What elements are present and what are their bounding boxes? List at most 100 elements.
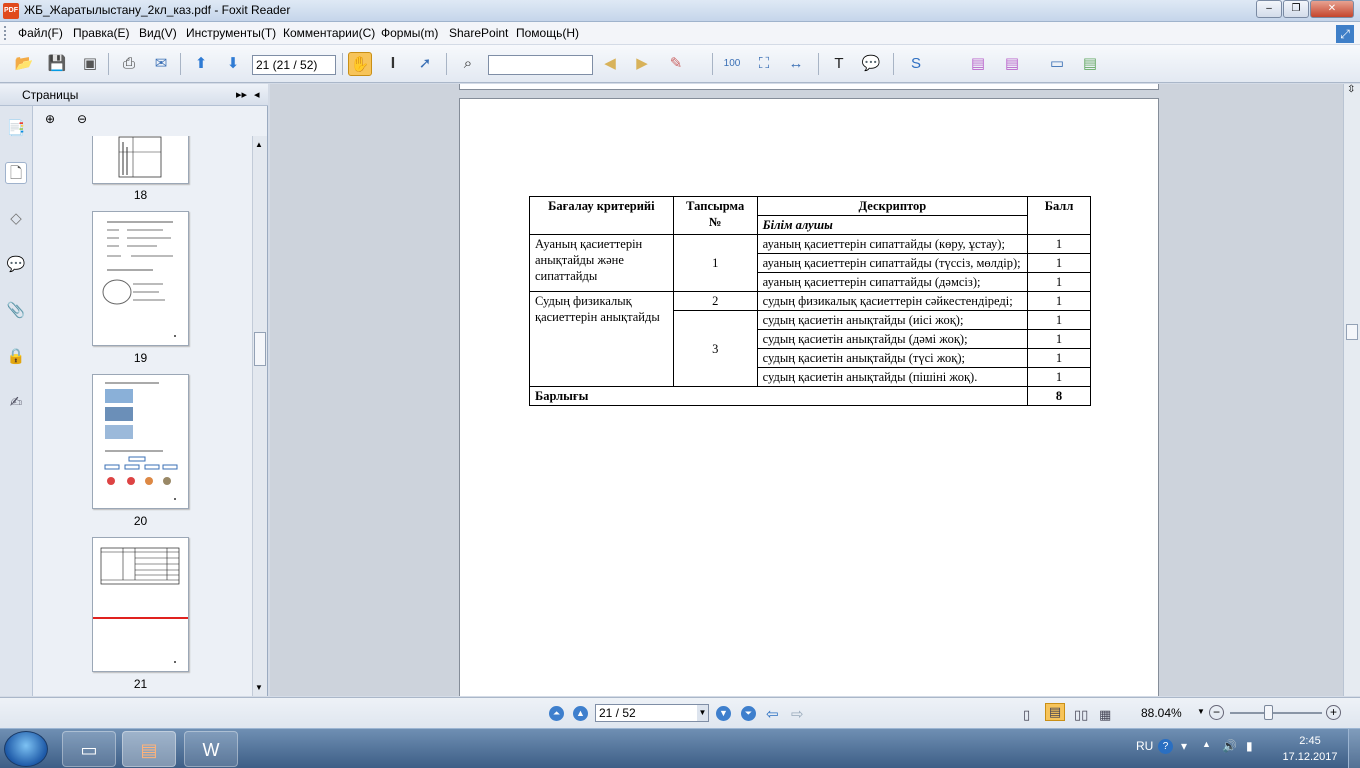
zoom-slider-track[interactable] [1230,712,1322,714]
go-forward-icon[interactable]: ⇨ [791,705,804,723]
page-dropdown-icon[interactable]: ▼ [697,705,708,721]
pages-icon[interactable]: 🗋 [5,162,27,184]
page-thumbnail[interactable] [92,136,189,184]
signatures-icon[interactable]: ✍ [5,392,27,414]
descriptor-cell: ауаның қасиеттерін сипаттайды (дәмсіз); [756,272,1029,292]
pdf-page-icon[interactable]: ▭ [1045,52,1069,76]
system-clock[interactable]: 2:45 17.12.2017 [1280,733,1340,765]
network-icon[interactable]: ▮ [1246,739,1253,753]
menu-forms[interactable]: Формы(m) [381,26,438,40]
find-previous-icon[interactable]: ◀ [598,52,622,76]
zoom-out-icon[interactable]: − [1209,705,1224,720]
thumbnail-list: 18 19 20 21 [34,136,252,696]
word-taskbar-icon[interactable]: W [184,731,238,767]
highlight-icon[interactable]: ✎ [664,52,688,76]
email-icon[interactable]: ✉ [149,52,173,76]
zoom-dropdown-icon[interactable]: ▼ [1197,707,1205,716]
page-number-input[interactable]: 21 (21 / 52) [252,55,336,75]
hand-tool-icon[interactable]: ✋ [348,52,372,76]
sharepoint-icon[interactable]: S [904,52,928,76]
separator [446,53,447,75]
scrollbar-thumb[interactable] [254,332,266,366]
descriptor-cell: судың қасиетін анықтайды (иісі жоқ); [756,310,1029,330]
page-thumbnail-selected[interactable] [92,537,189,672]
foxit-taskbar-icon[interactable]: ▤ [122,731,176,767]
pdf-create-icon[interactable]: ▤ [966,52,990,76]
save-icon[interactable]: 💾 [45,52,69,76]
page-thumbnail[interactable] [92,211,189,346]
page-thumbnail[interactable] [92,374,189,509]
total-label: Барлығы [528,386,1029,406]
collapse-panel-icon[interactable]: ◂ [254,88,260,101]
zoom-slider-knob[interactable] [1264,705,1273,720]
binoculars-icon[interactable]: ⌕ [456,52,480,76]
print-icon[interactable]: ⎙ [117,52,141,76]
thumbnail-scrollbar[interactable]: ▲ ▼ [252,136,267,696]
fit-page-icon[interactable]: ⛶ [752,52,776,76]
menu-help[interactable]: Помощь(H) [516,26,579,40]
scrollbar-thumb[interactable] [1346,324,1358,340]
layers-icon[interactable]: ◇ [5,208,27,230]
bookmarks-icon[interactable]: 📑 [5,118,27,140]
continuous-facing-icon[interactable]: ▦ [1099,707,1111,723]
pdf-convert-icon[interactable]: ▤ [1000,52,1024,76]
criteria-cell: Судың физикалық қасиеттерін анықтайды [529,291,674,387]
comments-icon[interactable]: 💬 [5,254,27,276]
restore-button[interactable]: ❐ [1283,0,1309,18]
previous-page-icon[interactable]: ⬆ [189,52,213,76]
explorer-taskbar-icon[interactable]: ▭ [62,731,116,767]
open-folder-icon[interactable]: 📂 [12,52,36,76]
menu-edit[interactable]: Правка(E) [73,26,130,40]
task-cell: 1 [672,234,758,292]
select-arrow-icon[interactable]: ➚ [413,52,437,76]
facing-pages-icon[interactable]: ▯▯ [1074,707,1088,723]
zoom-level[interactable]: 88.04% [1141,706,1182,720]
note-comment-icon[interactable]: 💬 [859,52,883,76]
menu-comments[interactable]: Комментарии(C) [283,26,375,40]
input-method-icon[interactable]: ▾ [1181,739,1187,753]
zoom-in-icon[interactable]: + [1326,705,1341,720]
thumbnail-label: 21 [133,677,148,691]
score-cell: 1 [1027,367,1091,387]
find-next-icon[interactable]: ▶ [630,52,654,76]
prev-page-icon[interactable]: ▲ [573,706,588,721]
save-all-icon[interactable]: ▣ [78,52,102,76]
continuous-page-icon[interactable]: ▤ [1045,703,1065,721]
language-indicator[interactable]: RU [1136,739,1153,753]
first-page-icon[interactable]: ⏶ [549,706,564,721]
minimize-button[interactable]: – [1256,0,1282,18]
security-icon[interactable]: 🔒 [5,346,27,368]
search-input[interactable] [488,55,593,75]
next-page-icon[interactable]: ⬇ [221,52,245,76]
pdf-export-icon[interactable]: ▤ [1078,52,1102,76]
close-button[interactable]: ✕ [1310,0,1354,18]
menu-file[interactable]: Файл(F) [18,26,63,40]
single-page-icon[interactable]: ▯ [1023,707,1030,723]
reduce-thumbnail-icon[interactable]: ⊖ [73,112,91,130]
menu-tools[interactable]: Инструменты(T) [186,26,276,40]
help-icon[interactable]: ? [1158,739,1173,754]
typewriter-icon[interactable]: T [827,52,851,76]
text-select-icon[interactable]: 𝐈 [381,52,405,76]
actual-size-icon[interactable]: 100 [720,52,744,76]
document-scrollbar[interactable]: ⇳ [1343,84,1360,696]
expand-icon[interactable]: ⤢ [1336,25,1354,43]
last-page-icon[interactable]: ⏷ [741,706,756,721]
menu-view[interactable]: Вид(V) [139,26,177,40]
scroll-down-icon[interactable]: ▼ [255,683,263,692]
enlarge-thumbnail-icon[interactable]: ⊕ [41,112,59,130]
volume-icon[interactable]: 🔊 [1222,739,1237,753]
separator [108,53,109,75]
go-back-icon[interactable]: ⇦ [766,705,779,723]
expand-panel-icon[interactable]: ▸▸ [236,88,247,101]
start-button[interactable] [4,731,48,767]
show-hidden-icons[interactable]: ▲ [1202,739,1211,749]
scroll-up-icon[interactable]: ▲ [255,140,263,149]
menu-sharepoint[interactable]: SharePoint [449,26,508,40]
show-desktop-button[interactable] [1348,729,1360,768]
attachments-icon[interactable]: 📎 [5,300,27,322]
split-handle-icon[interactable]: ⇳ [1347,84,1355,95]
fit-width-icon[interactable]: ↔ [784,52,808,76]
next-page-icon[interactable]: ▼ [716,706,731,721]
status-page-input[interactable]: 21 / 52 ▼ [595,704,709,722]
